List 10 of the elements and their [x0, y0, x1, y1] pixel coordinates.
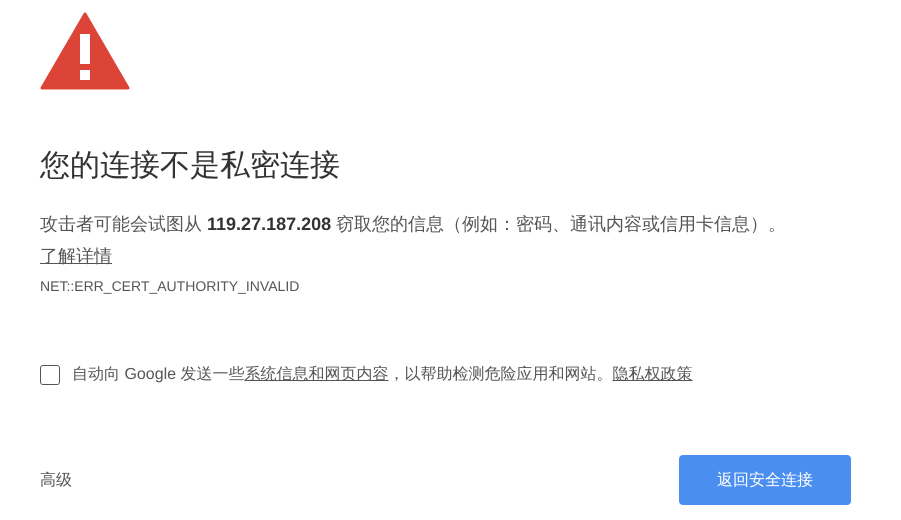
advanced-link[interactable]: 高级: [40, 470, 72, 490]
checkbox[interactable]: [40, 364, 60, 384]
page-heading: 您的连接不是私密连接: [40, 148, 341, 184]
learn-more-link[interactable]: 了解详情: [40, 246, 112, 266]
option-link[interactable]: 系统信息和网页内容: [244, 366, 388, 383]
report-option-label: 自动向 Google 发送一些系统信息和网页内容，以帮助检测危险应用和网站。隐私权政策: [72, 364, 692, 385]
error-code: NET::ERR_CERT_AUTHORITY_INVALID: [40, 278, 300, 294]
warning-message: 攻击者可能会试图从 119.27.187.208 窃取您的信息（例如：密码、通讯内容或信用卡信息）。 了解详情: [40, 213, 788, 268]
warning-icon: [40, 12, 130, 90]
option-link[interactable]: 隐私权政策: [612, 366, 692, 383]
